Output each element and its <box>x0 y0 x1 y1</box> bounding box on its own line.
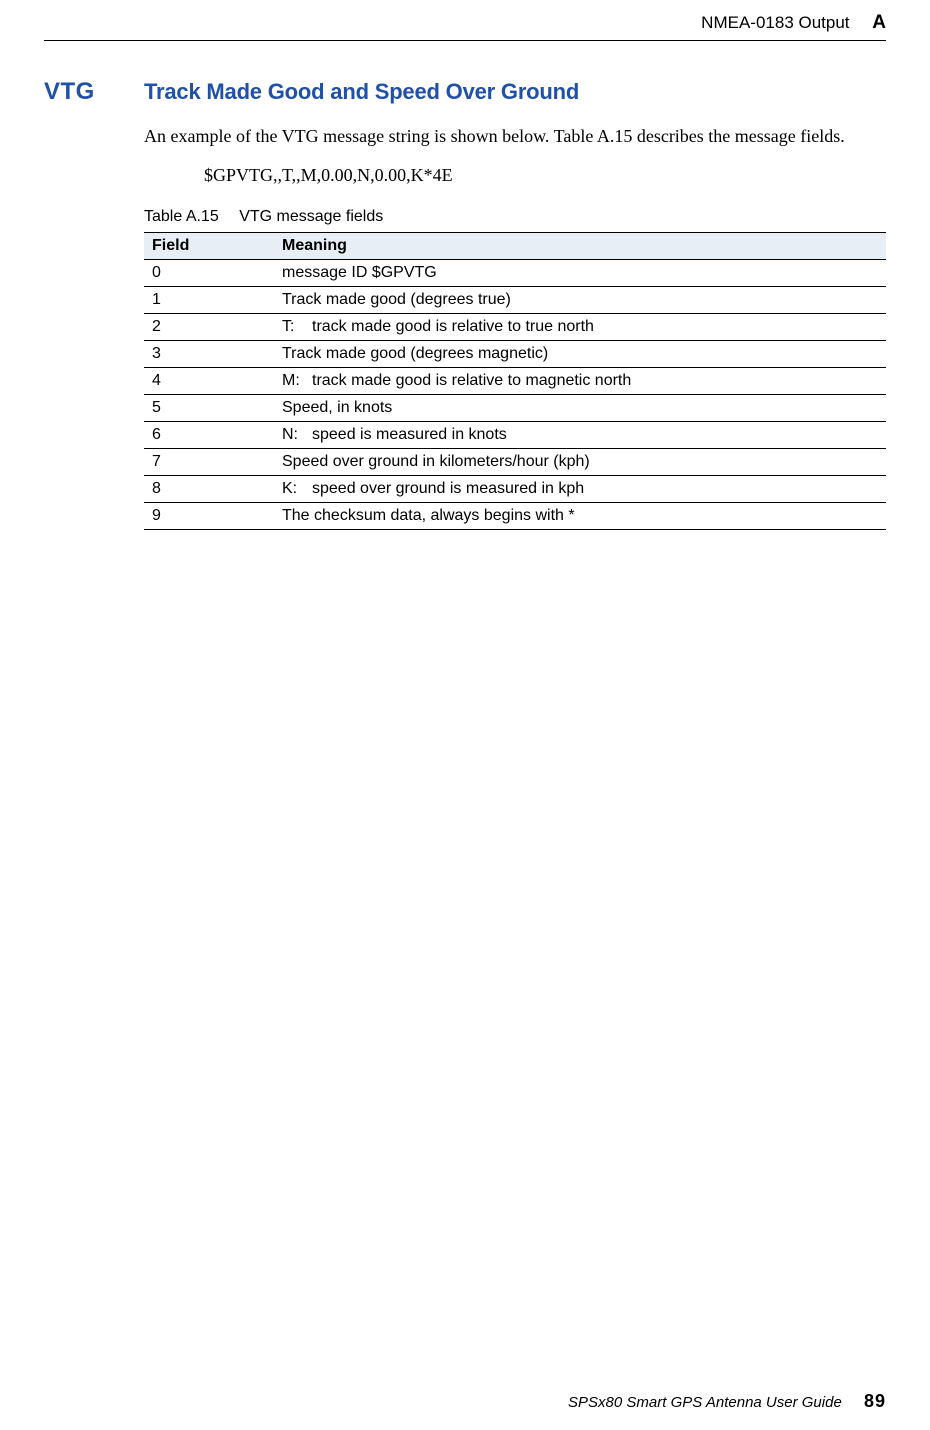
table-cell-field: 5 <box>144 395 274 422</box>
section-heading: VTG Track Made Good and Speed Over Groun… <box>44 78 886 106</box>
section-title: Track Made Good and Speed Over Ground <box>144 79 579 105</box>
header-section-name: NMEA-0183 Output <box>701 13 849 32</box>
table-row: 6N:speed is measured in knots <box>144 422 886 449</box>
table-cell-field: 6 <box>144 422 274 449</box>
table-cell-meaning: T:track made good is relative to true no… <box>274 314 886 341</box>
message-fields-table: Field Meaning 0message ID $GPVTG1Track m… <box>144 232 886 530</box>
table-cell-field: 8 <box>144 476 274 503</box>
table-cell-meaning: Speed over ground in kilometers/hour (kp… <box>274 449 886 476</box>
section-body-text: An example of the VTG message string is … <box>144 124 886 149</box>
table-header-field: Field <box>144 233 274 260</box>
meaning-text: track made good is relative to true nort… <box>312 318 594 335</box>
table-row: 2T:track made good is relative to true n… <box>144 314 886 341</box>
table-row: 9The checksum data, always begins with * <box>144 503 886 530</box>
table-cell-field: 0 <box>144 260 274 287</box>
table-cell-meaning: K:speed over ground is measured in kph <box>274 476 886 503</box>
meaning-text: speed over ground is measured in kph <box>312 480 584 497</box>
table-cell-field: 9 <box>144 503 274 530</box>
table-row: 7Speed over ground in kilometers/hour (k… <box>144 449 886 476</box>
table-row: 3Track made good (degrees magnetic) <box>144 341 886 368</box>
meaning-code: K: <box>282 480 312 498</box>
table-caption-number: Table A.15 <box>144 208 219 225</box>
meaning-code: M: <box>282 372 312 390</box>
table-cell-field: 4 <box>144 368 274 395</box>
page-header: NMEA-0183 Output A <box>701 12 886 34</box>
section-code: VTG <box>44 78 144 106</box>
footer-doc-title: SPSx80 Smart GPS Antenna User Guide <box>568 1394 842 1411</box>
meaning-code: T: <box>282 318 312 336</box>
table-cell-field: 3 <box>144 341 274 368</box>
meaning-code: N: <box>282 426 312 444</box>
table-cell-meaning: N:speed is measured in knots <box>274 422 886 449</box>
table-row: 1Track made good (degrees true) <box>144 287 886 314</box>
table-row: 0message ID $GPVTG <box>144 260 886 287</box>
example-string: $GPVTG,,T,,M,0.00,N,0.00,K*4E <box>204 165 886 186</box>
header-appendix-letter: A <box>872 12 886 33</box>
table-cell-meaning: message ID $GPVTG <box>274 260 886 287</box>
table-cell-meaning: Track made good (degrees magnetic) <box>274 341 886 368</box>
meaning-text: track made good is relative to magnetic … <box>312 372 631 389</box>
table-cell-meaning: Track made good (degrees true) <box>274 287 886 314</box>
table-row: 4M:track made good is relative to magnet… <box>144 368 886 395</box>
table-header-meaning: Meaning <box>274 233 886 260</box>
header-divider <box>44 40 886 41</box>
meaning-text: speed is measured in knots <box>312 426 507 443</box>
footer-page-number: 89 <box>864 1391 886 1411</box>
table-cell-meaning: M:track made good is relative to magneti… <box>274 368 886 395</box>
table-header-row: Field Meaning <box>144 233 886 260</box>
table-cell-field: 2 <box>144 314 274 341</box>
table-cell-field: 7 <box>144 449 274 476</box>
table-caption-title: VTG message fields <box>239 208 383 225</box>
page-footer: SPSx80 Smart GPS Antenna User Guide 89 <box>568 1391 886 1412</box>
page-content: VTG Track Made Good and Speed Over Groun… <box>44 78 886 530</box>
table-cell-meaning: The checksum data, always begins with * <box>274 503 886 530</box>
table-cell-field: 1 <box>144 287 274 314</box>
table-row: 8K:speed over ground is measured in kph <box>144 476 886 503</box>
table-caption: Table A.15 VTG message fields <box>144 208 886 226</box>
table-row: 5Speed, in knots <box>144 395 886 422</box>
table-cell-meaning: Speed, in knots <box>274 395 886 422</box>
